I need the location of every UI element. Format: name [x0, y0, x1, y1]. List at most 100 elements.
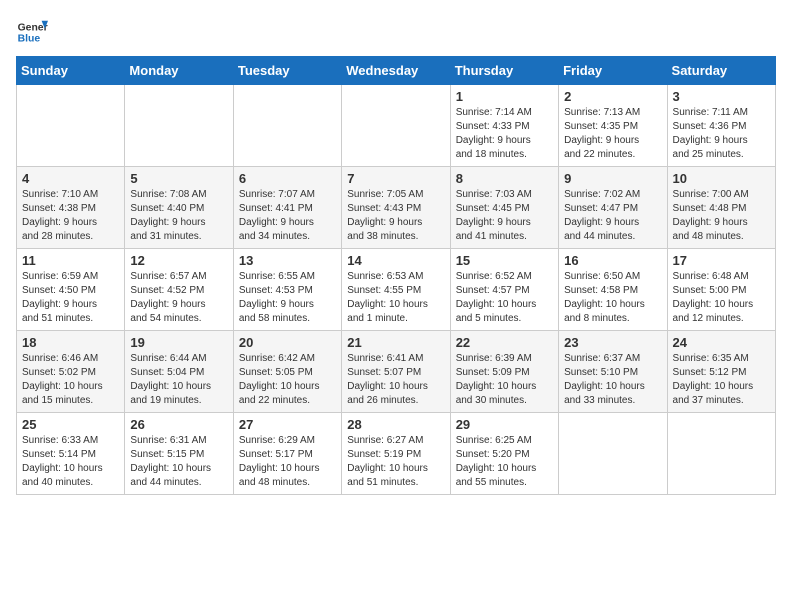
logo-icon: GeneralBlue: [16, 16, 48, 48]
weekday-header: Monday: [125, 57, 233, 85]
day-number: 1: [456, 89, 553, 104]
day-info: Sunrise: 6:50 AM Sunset: 4:58 PM Dayligh…: [564, 270, 661, 326]
day-info: Sunrise: 6:53 AM Sunset: 4:55 PM Dayligh…: [347, 270, 444, 326]
day-number: 19: [130, 335, 227, 350]
calendar-cell: 10 Sunrise: 7:00 AM Sunset: 4:48 PM Dayli…: [667, 167, 775, 249]
day-info: Sunrise: 7:02 AM Sunset: 4:47 PM Dayligh…: [564, 188, 661, 244]
day-info: Sunrise: 6:33 AM Sunset: 5:14 PM Dayligh…: [22, 434, 119, 490]
calendar-cell: 20Sunrise: 6:42 AM Sunset: 5:05 PM Dayli…: [233, 331, 341, 413]
day-info: Sunrise: 6:55 AM Sunset: 4:53 PM Dayligh…: [239, 270, 336, 326]
calendar-cell: 9 Sunrise: 7:02 AM Sunset: 4:47 PM Daylig…: [559, 167, 667, 249]
day-info: Sunrise: 6:59 AM Sunset: 4:50 PM Dayligh…: [22, 270, 119, 326]
weekday-header: Saturday: [667, 57, 775, 85]
calendar-cell: 27 Sunrise: 6:29 AM Sunset: 5:17 PM Dayli…: [233, 413, 341, 495]
svg-text:Blue: Blue: [18, 34, 41, 45]
calendar-cell: 7 Sunrise: 7:05 AM Sunset: 4:43 PM Daylig…: [342, 167, 450, 249]
calendar-cell: 24Sunrise: 6:35 AM Sunset: 5:12 PM Dayli…: [667, 331, 775, 413]
calendar-cell: 2 Sunrise: 7:13 AM Sunset: 4:35 PM Daylig…: [559, 85, 667, 167]
day-number: 16: [564, 253, 661, 268]
calendar-cell: 16 Sunrise: 6:50 AM Sunset: 4:58 PM Dayli…: [559, 249, 667, 331]
day-number: 15: [456, 253, 553, 268]
day-number: 3: [673, 89, 770, 104]
calendar-cell: [233, 85, 341, 167]
day-info: Sunrise: 7:14 AM Sunset: 4:33 PM Dayligh…: [456, 106, 553, 162]
day-number: 12: [130, 253, 227, 268]
calendar-cell: 13 Sunrise: 6:55 AM Sunset: 4:53 PM Dayli…: [233, 249, 341, 331]
day-info: Sunrise: 7:00 AM Sunset: 4:48 PM Dayligh…: [673, 188, 770, 244]
day-number: 7: [347, 171, 444, 186]
day-info: Sunrise: 6:25 AM Sunset: 5:20 PM Dayligh…: [456, 434, 553, 490]
day-number: 22: [456, 335, 553, 350]
day-info: Sunrise: 6:39 AM Sunset: 5:09 PM Dayligh…: [456, 352, 553, 408]
day-info: Sunrise: 7:03 AM Sunset: 4:45 PM Dayligh…: [456, 188, 553, 244]
calendar-cell: 21 Sunrise: 6:41 AM Sunset: 5:07 PM Dayli…: [342, 331, 450, 413]
calendar-cell: 6Sunrise: 7:07 AM Sunset: 4:41 PM Daylig…: [233, 167, 341, 249]
calendar-cell: 25Sunrise: 6:33 AM Sunset: 5:14 PM Dayli…: [17, 413, 125, 495]
weekday-header: Friday: [559, 57, 667, 85]
calendar-cell: 28 Sunrise: 6:27 AM Sunset: 5:19 PM Dayli…: [342, 413, 450, 495]
day-info: Sunrise: 6:52 AM Sunset: 4:57 PM Dayligh…: [456, 270, 553, 326]
day-number: 5: [130, 171, 227, 186]
weekday-header: Wednesday: [342, 57, 450, 85]
calendar-cell: [342, 85, 450, 167]
calendar-cell: 1 Sunrise: 7:14 AM Sunset: 4:33 PM Daylig…: [450, 85, 558, 167]
day-number: 9: [564, 171, 661, 186]
calendar-cell: 26Sunrise: 6:31 AM Sunset: 5:15 PM Dayli…: [125, 413, 233, 495]
day-number: 4: [22, 171, 119, 186]
day-info: Sunrise: 6:29 AM Sunset: 5:17 PM Dayligh…: [239, 434, 336, 490]
day-info: Sunrise: 7:05 AM Sunset: 4:43 PM Dayligh…: [347, 188, 444, 244]
day-info: Sunrise: 6:35 AM Sunset: 5:12 PM Dayligh…: [673, 352, 770, 408]
calendar-cell: [559, 413, 667, 495]
day-info: Sunrise: 6:37 AM Sunset: 5:10 PM Dayligh…: [564, 352, 661, 408]
calendar-cell: 19 Sunrise: 6:44 AM Sunset: 5:04 PM Dayli…: [125, 331, 233, 413]
day-info: Sunrise: 7:13 AM Sunset: 4:35 PM Dayligh…: [564, 106, 661, 162]
day-number: 21: [347, 335, 444, 350]
day-number: 18: [22, 335, 119, 350]
calendar-header-row: SundayMondayTuesdayWednesdayThursdayFrid…: [17, 57, 776, 85]
calendar-week-row: 25Sunrise: 6:33 AM Sunset: 5:14 PM Dayli…: [17, 413, 776, 495]
calendar-cell: [17, 85, 125, 167]
calendar-week-row: 1 Sunrise: 7:14 AM Sunset: 4:33 PM Daylig…: [17, 85, 776, 167]
calendar-cell: 11 Sunrise: 6:59 AM Sunset: 4:50 PM Dayli…: [17, 249, 125, 331]
day-info: Sunrise: 6:48 AM Sunset: 5:00 PM Dayligh…: [673, 270, 770, 326]
day-number: 11: [22, 253, 119, 268]
day-info: Sunrise: 7:11 AM Sunset: 4:36 PM Dayligh…: [673, 106, 770, 162]
calendar-week-row: 11 Sunrise: 6:59 AM Sunset: 4:50 PM Dayli…: [17, 249, 776, 331]
calendar-week-row: 4 Sunrise: 7:10 AM Sunset: 4:38 PM Daylig…: [17, 167, 776, 249]
calendar-cell: 29 Sunrise: 6:25 AM Sunset: 5:20 PM Dayli…: [450, 413, 558, 495]
calendar-cell: 12 Sunrise: 6:57 AM Sunset: 4:52 PM Dayli…: [125, 249, 233, 331]
day-info: Sunrise: 6:41 AM Sunset: 5:07 PM Dayligh…: [347, 352, 444, 408]
day-info: Sunrise: 6:27 AM Sunset: 5:19 PM Dayligh…: [347, 434, 444, 490]
day-number: 17: [673, 253, 770, 268]
calendar-cell: 8 Sunrise: 7:03 AM Sunset: 4:45 PM Daylig…: [450, 167, 558, 249]
calendar-cell: 18Sunrise: 6:46 AM Sunset: 5:02 PM Dayli…: [17, 331, 125, 413]
day-number: 29: [456, 417, 553, 432]
day-number: 26: [130, 417, 227, 432]
day-number: 10: [673, 171, 770, 186]
calendar-cell: 22 Sunrise: 6:39 AM Sunset: 5:09 PM Dayli…: [450, 331, 558, 413]
day-info: Sunrise: 6:42 AM Sunset: 5:05 PM Dayligh…: [239, 352, 336, 408]
day-info: Sunrise: 6:57 AM Sunset: 4:52 PM Dayligh…: [130, 270, 227, 326]
calendar-cell: 4 Sunrise: 7:10 AM Sunset: 4:38 PM Daylig…: [17, 167, 125, 249]
calendar-cell: 3 Sunrise: 7:11 AM Sunset: 4:36 PM Daylig…: [667, 85, 775, 167]
day-number: 13: [239, 253, 336, 268]
day-info: Sunrise: 6:44 AM Sunset: 5:04 PM Dayligh…: [130, 352, 227, 408]
calendar-cell: 15 Sunrise: 6:52 AM Sunset: 4:57 PM Dayli…: [450, 249, 558, 331]
day-number: 14: [347, 253, 444, 268]
day-number: 28: [347, 417, 444, 432]
day-number: 6: [239, 171, 336, 186]
weekday-header: Thursday: [450, 57, 558, 85]
day-info: Sunrise: 7:10 AM Sunset: 4:38 PM Dayligh…: [22, 188, 119, 244]
weekday-header: Sunday: [17, 57, 125, 85]
calendar-table: SundayMondayTuesdayWednesdayThursdayFrid…: [16, 56, 776, 495]
day-number: 2: [564, 89, 661, 104]
calendar-cell: 14 Sunrise: 6:53 AM Sunset: 4:55 PM Dayli…: [342, 249, 450, 331]
day-number: 27: [239, 417, 336, 432]
weekday-header: Tuesday: [233, 57, 341, 85]
day-info: Sunrise: 7:08 AM Sunset: 4:40 PM Dayligh…: [130, 188, 227, 244]
calendar-cell: [667, 413, 775, 495]
calendar-cell: 23Sunrise: 6:37 AM Sunset: 5:10 PM Dayli…: [559, 331, 667, 413]
calendar-cell: 17 Sunrise: 6:48 AM Sunset: 5:00 PM Dayli…: [667, 249, 775, 331]
calendar-cell: 5 Sunrise: 7:08 AM Sunset: 4:40 PM Daylig…: [125, 167, 233, 249]
day-number: 8: [456, 171, 553, 186]
